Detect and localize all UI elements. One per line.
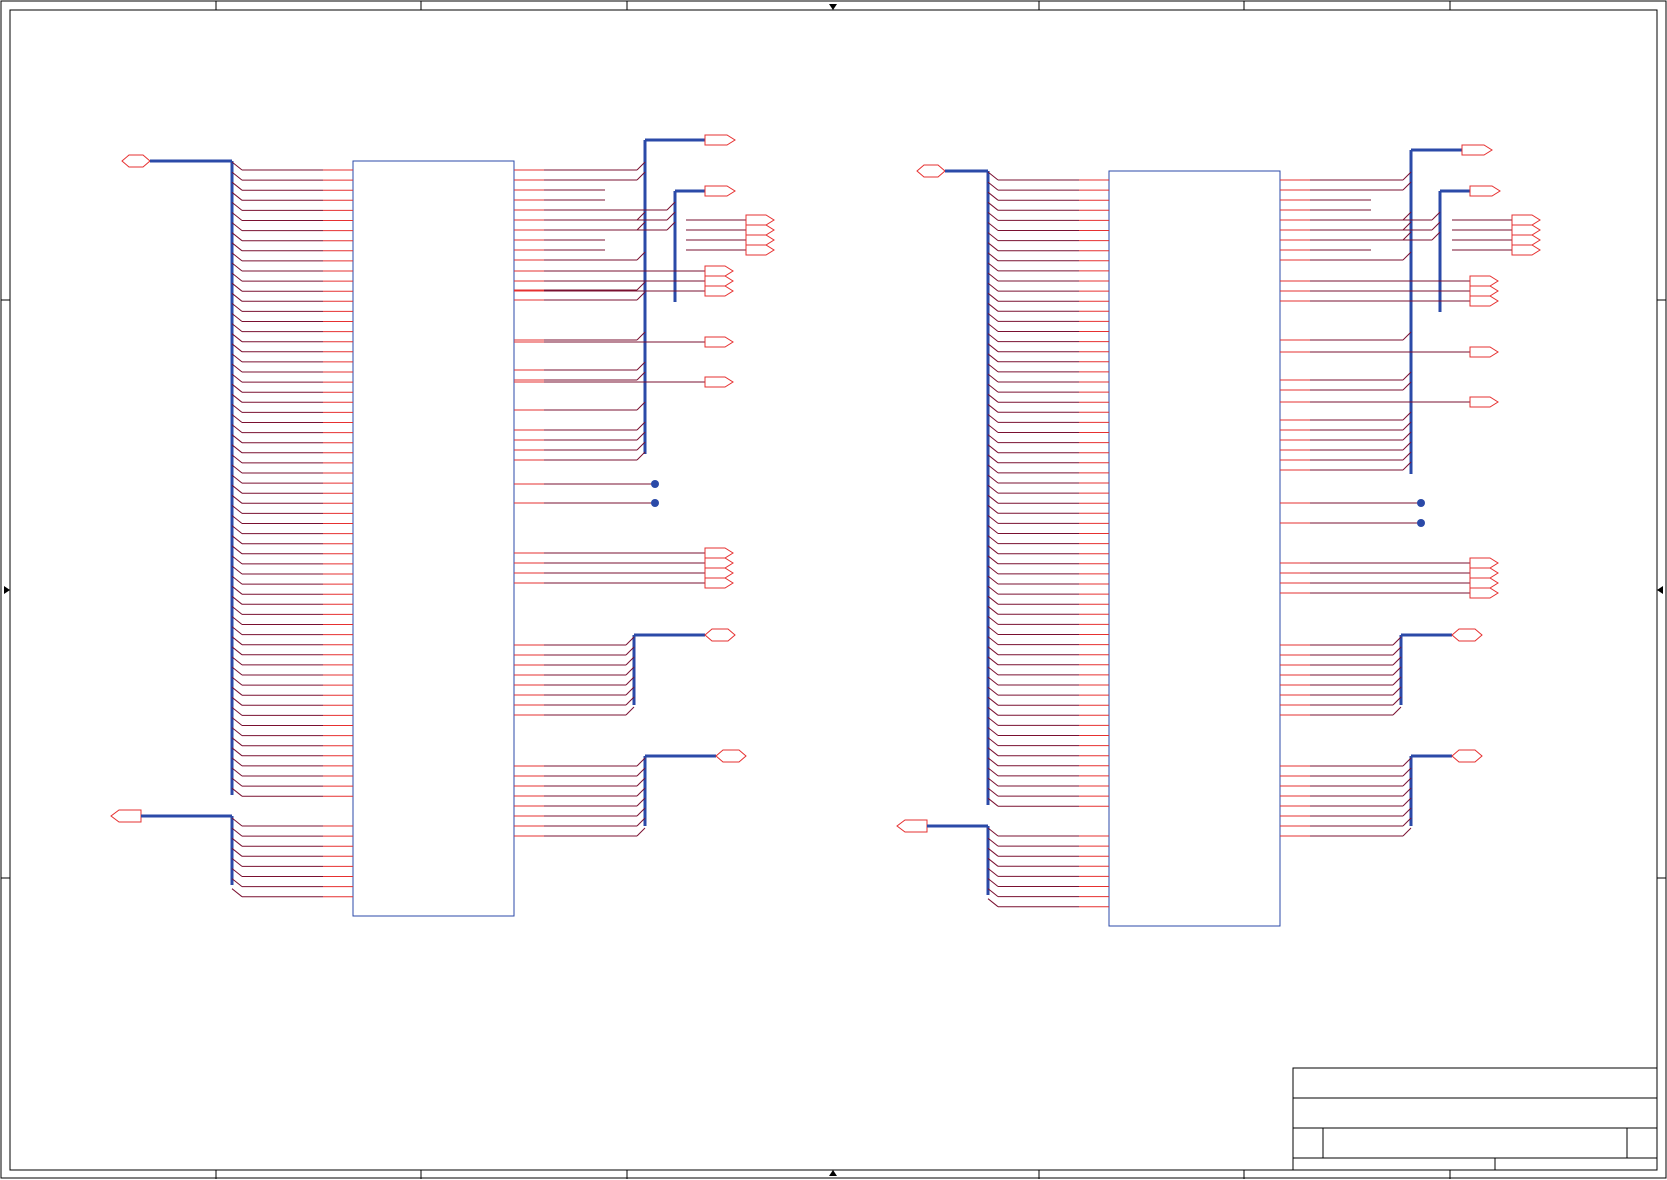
outer-border bbox=[0, 0, 1667, 1179]
component-u1-group bbox=[110, 134, 775, 917]
output-port-icon bbox=[745, 234, 775, 246]
component-u2-group bbox=[896, 144, 1541, 927]
component-body bbox=[352, 160, 515, 917]
title-block-frame bbox=[1292, 1067, 1658, 1171]
output-port-icon bbox=[704, 547, 734, 559]
output-port-icon bbox=[1469, 557, 1499, 569]
junction-dot-icon bbox=[1417, 499, 1425, 507]
output-port-icon bbox=[704, 275, 734, 287]
center-mark-icon bbox=[1657, 586, 1663, 594]
output-port-icon bbox=[704, 577, 734, 589]
schematic-sheet bbox=[0, 0, 1667, 1179]
bus-entry bbox=[636, 451, 646, 461]
bus-entry bbox=[1392, 706, 1402, 716]
bus-output-port-icon bbox=[704, 185, 736, 197]
sheet-frame bbox=[0, 0, 1667, 1179]
output-port-icon bbox=[745, 214, 775, 226]
bus-input-port-icon bbox=[916, 164, 946, 178]
output-port-icon bbox=[1511, 214, 1541, 226]
junction-dot-icon bbox=[651, 499, 659, 507]
output-port-icon bbox=[1511, 224, 1541, 236]
bus-output-port-icon bbox=[1451, 628, 1483, 642]
bus-output-port-icon bbox=[1451, 749, 1483, 763]
junction-dot-icon bbox=[1417, 519, 1425, 527]
output-port-icon bbox=[1469, 275, 1499, 287]
bus-output-port-icon bbox=[715, 749, 747, 763]
output-port-icon bbox=[704, 376, 734, 388]
bus-output-port-icon bbox=[1461, 144, 1493, 156]
output-port-icon bbox=[1469, 295, 1499, 307]
bus-input-port-icon bbox=[896, 819, 928, 833]
bus-entry bbox=[987, 898, 999, 908]
bus-entry bbox=[1402, 827, 1412, 837]
component-body bbox=[1108, 170, 1281, 927]
output-port-icon bbox=[704, 336, 734, 348]
output-port-icon bbox=[704, 567, 734, 579]
bus-input-port-icon bbox=[121, 154, 151, 168]
bus-entry bbox=[231, 888, 243, 898]
output-port-icon bbox=[1469, 346, 1499, 358]
output-port-icon bbox=[704, 285, 734, 297]
output-port-icon bbox=[745, 224, 775, 236]
output-port-icon bbox=[1469, 567, 1499, 579]
output-port-icon bbox=[704, 557, 734, 569]
bus-input-port-icon bbox=[110, 809, 142, 823]
output-port-icon bbox=[745, 244, 775, 256]
output-port-icon bbox=[1469, 285, 1499, 297]
output-port-icon bbox=[1511, 244, 1541, 256]
output-port-icon bbox=[704, 265, 734, 277]
bus-entry bbox=[636, 827, 646, 837]
center-mark-icon bbox=[829, 4, 837, 10]
title-block bbox=[1292, 1067, 1658, 1171]
output-port-icon bbox=[1511, 234, 1541, 246]
bus-entry bbox=[625, 706, 635, 716]
bus-output-port-icon bbox=[1469, 185, 1501, 197]
bus-output-port-icon bbox=[704, 628, 736, 642]
bus-output-port-icon bbox=[704, 134, 736, 146]
junction-dot-icon bbox=[651, 480, 659, 488]
output-port-icon bbox=[1469, 587, 1499, 599]
output-port-icon bbox=[1469, 577, 1499, 589]
output-port-icon bbox=[1469, 396, 1499, 408]
center-mark-icon bbox=[829, 1170, 837, 1176]
center-mark-icon bbox=[4, 586, 10, 594]
